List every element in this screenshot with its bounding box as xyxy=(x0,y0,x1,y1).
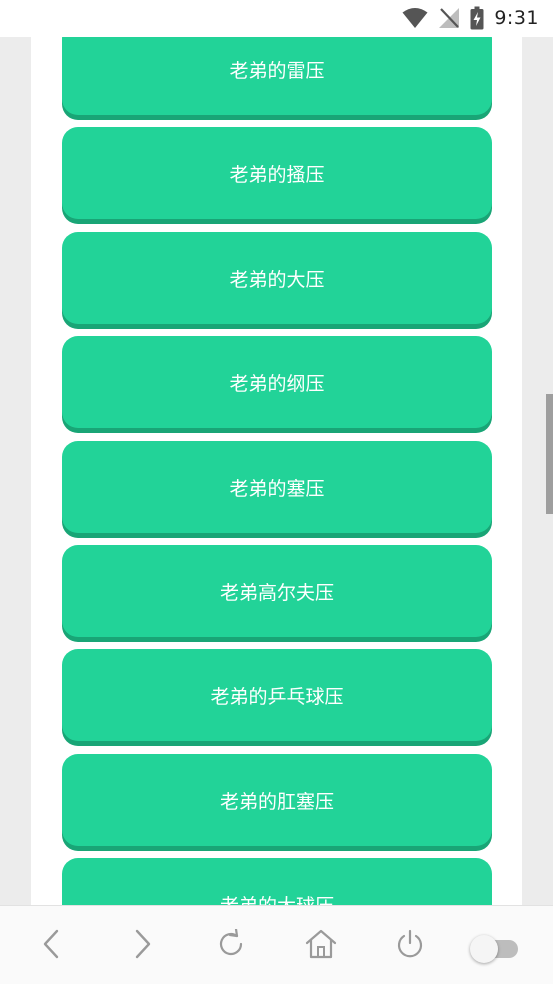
back-icon xyxy=(40,929,64,963)
option-button-9[interactable]: 老弟的大球压 xyxy=(62,858,492,905)
back-button[interactable] xyxy=(32,926,72,966)
forward-icon xyxy=(130,929,154,963)
option-button-3[interactable]: 老弟的大压 xyxy=(62,232,492,324)
wifi-icon xyxy=(402,7,428,29)
home-icon xyxy=(305,929,337,963)
bottom-nav-bar xyxy=(0,905,553,984)
scrollbar-thumb[interactable] xyxy=(546,394,553,514)
status-bar: 9:31 xyxy=(0,0,553,37)
home-button[interactable] xyxy=(301,926,341,966)
toggle-knob xyxy=(470,935,498,963)
content-area[interactable]: 老弟的雷压 老弟的搔压 老弟的大压 老弟的纲压 老弟的塞压 老弟高尔夫压 老弟的… xyxy=(0,37,553,905)
option-button-5[interactable]: 老弟的塞压 xyxy=(62,441,492,533)
option-button-4[interactable]: 老弟的纲压 xyxy=(62,336,492,428)
option-button-7[interactable]: 老弟的乒乓球压 xyxy=(62,649,492,741)
power-button[interactable] xyxy=(390,926,430,966)
option-button-1[interactable]: 老弟的雷压 xyxy=(62,37,492,115)
option-button-2[interactable]: 老弟的搔压 xyxy=(62,127,492,219)
no-signal-icon xyxy=(438,7,460,29)
button-list-panel: 老弟的雷压 老弟的搔压 老弟的大压 老弟的纲压 老弟的塞压 老弟高尔夫压 老弟的… xyxy=(31,37,522,905)
mode-toggle[interactable] xyxy=(470,934,522,963)
refresh-button[interactable] xyxy=(211,926,251,966)
option-button-8[interactable]: 老弟的肛塞压 xyxy=(62,754,492,846)
refresh-icon xyxy=(216,927,246,963)
status-time: 9:31 xyxy=(494,7,539,29)
battery-charging-icon xyxy=(470,6,484,30)
status-icons: 9:31 xyxy=(402,5,539,31)
forward-button[interactable] xyxy=(122,926,162,966)
option-button-6[interactable]: 老弟高尔夫压 xyxy=(62,545,492,637)
power-icon xyxy=(395,929,425,963)
